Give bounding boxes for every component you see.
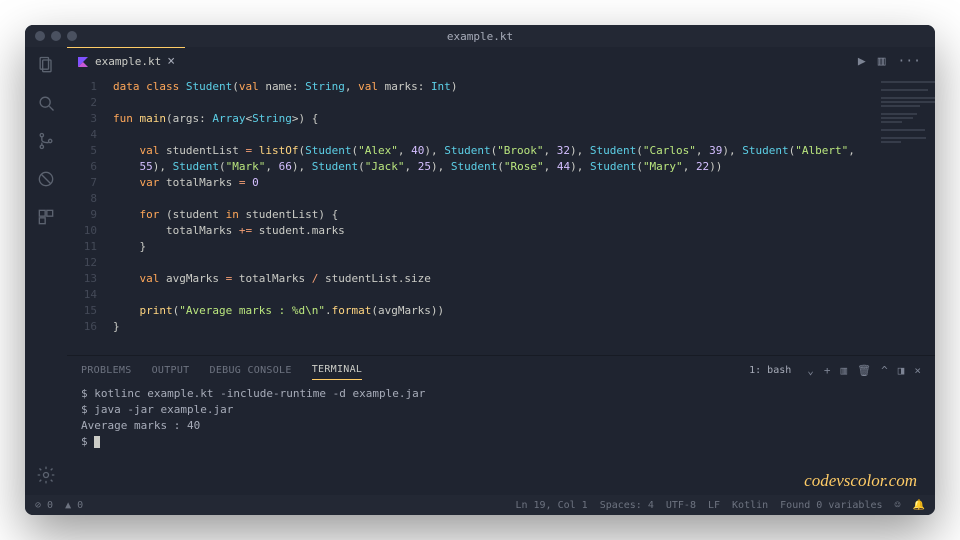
main-area: example.kt × ▶ ▥ ··· 1234567891011121314… [25,47,935,495]
tab-label: example.kt [95,55,161,68]
status-cursor-pos[interactable]: Ln 19, Col 1 [515,500,587,511]
split-editor-icon[interactable]: ▥ [878,54,886,69]
status-indentation[interactable]: Spaces: 4 [600,500,654,511]
tab-bar: example.kt × ▶ ▥ ··· [67,47,935,75]
kill-terminal-icon[interactable]: 🗑 [857,364,871,377]
panel-tab-bar: PROBLEMS OUTPUT DEBUG CONSOLE TERMINAL 1: b… [67,356,935,384]
panel-tab-debug-console[interactable]: DEBUG CONSOLE [210,365,292,376]
status-bar: ⊘ 0 ▲ 0 Ln 19, Col 1 Spaces: 4 UTF-8 LF … [25,495,935,515]
source-control-icon[interactable] [36,131,56,151]
kotlin-file-icon [77,56,89,68]
panel-actions: 1: bash ⌄ + ▥ 🗑 ^ ◨ × [749,364,921,377]
debug-icon[interactable] [36,169,56,189]
terminal-dropdown[interactable]: 1: bash [749,365,797,376]
explorer-icon[interactable] [36,55,56,75]
window-title: example.kt [25,30,935,43]
minimap[interactable] [875,75,935,355]
line-gutter: 12345678910111213141516 [67,75,107,355]
run-button[interactable]: ▶ [858,54,866,69]
close-panel-icon[interactable]: × [914,364,921,377]
status-bell-icon[interactable]: 🔔 [913,500,925,511]
watermark: codevscolor.com [804,471,917,491]
status-errors[interactable]: ⊘ 0 [35,500,53,511]
editor-actions: ▶ ▥ ··· [858,54,935,69]
code-content[interactable]: data class Student(val name: String, val… [107,75,875,355]
editor-body[interactable]: 12345678910111213141516 data class Stude… [67,75,935,355]
panel-tab-problems[interactable]: PROBLEMS [81,365,132,376]
more-actions-icon[interactable]: ··· [898,54,921,69]
search-icon[interactable] [36,93,56,113]
maximize-panel-icon[interactable]: ^ [881,364,888,377]
tab-close-icon[interactable]: × [167,54,175,69]
extensions-icon[interactable] [36,207,56,227]
file-tab[interactable]: example.kt × [67,47,185,75]
titlebar: example.kt [25,25,935,47]
panel-tab-output[interactable]: OUTPUT [152,365,190,376]
split-terminal-icon[interactable]: ▥ [841,364,848,377]
status-language[interactable]: Kotlin [732,500,768,511]
editor-window: example.kt example.kt × ▶ ▥ ··· [25,25,935,515]
panel-tab-terminal[interactable]: TERMINAL [312,364,363,380]
settings-gear-icon[interactable] [36,465,56,485]
editor-area: example.kt × ▶ ▥ ··· 1234567891011121314… [67,47,935,495]
status-variables[interactable]: Found 0 variables [780,500,882,511]
activity-bar [25,47,67,495]
new-terminal-icon[interactable]: + [824,364,831,377]
status-eol[interactable]: LF [708,500,720,511]
dropdown-caret-icon[interactable]: ⌄ [807,364,814,377]
status-feedback-icon[interactable]: ☺ [895,500,901,511]
status-encoding[interactable]: UTF-8 [666,500,696,511]
panel-layout-icon[interactable]: ◨ [898,364,905,377]
status-warnings[interactable]: ▲ 0 [65,500,83,511]
